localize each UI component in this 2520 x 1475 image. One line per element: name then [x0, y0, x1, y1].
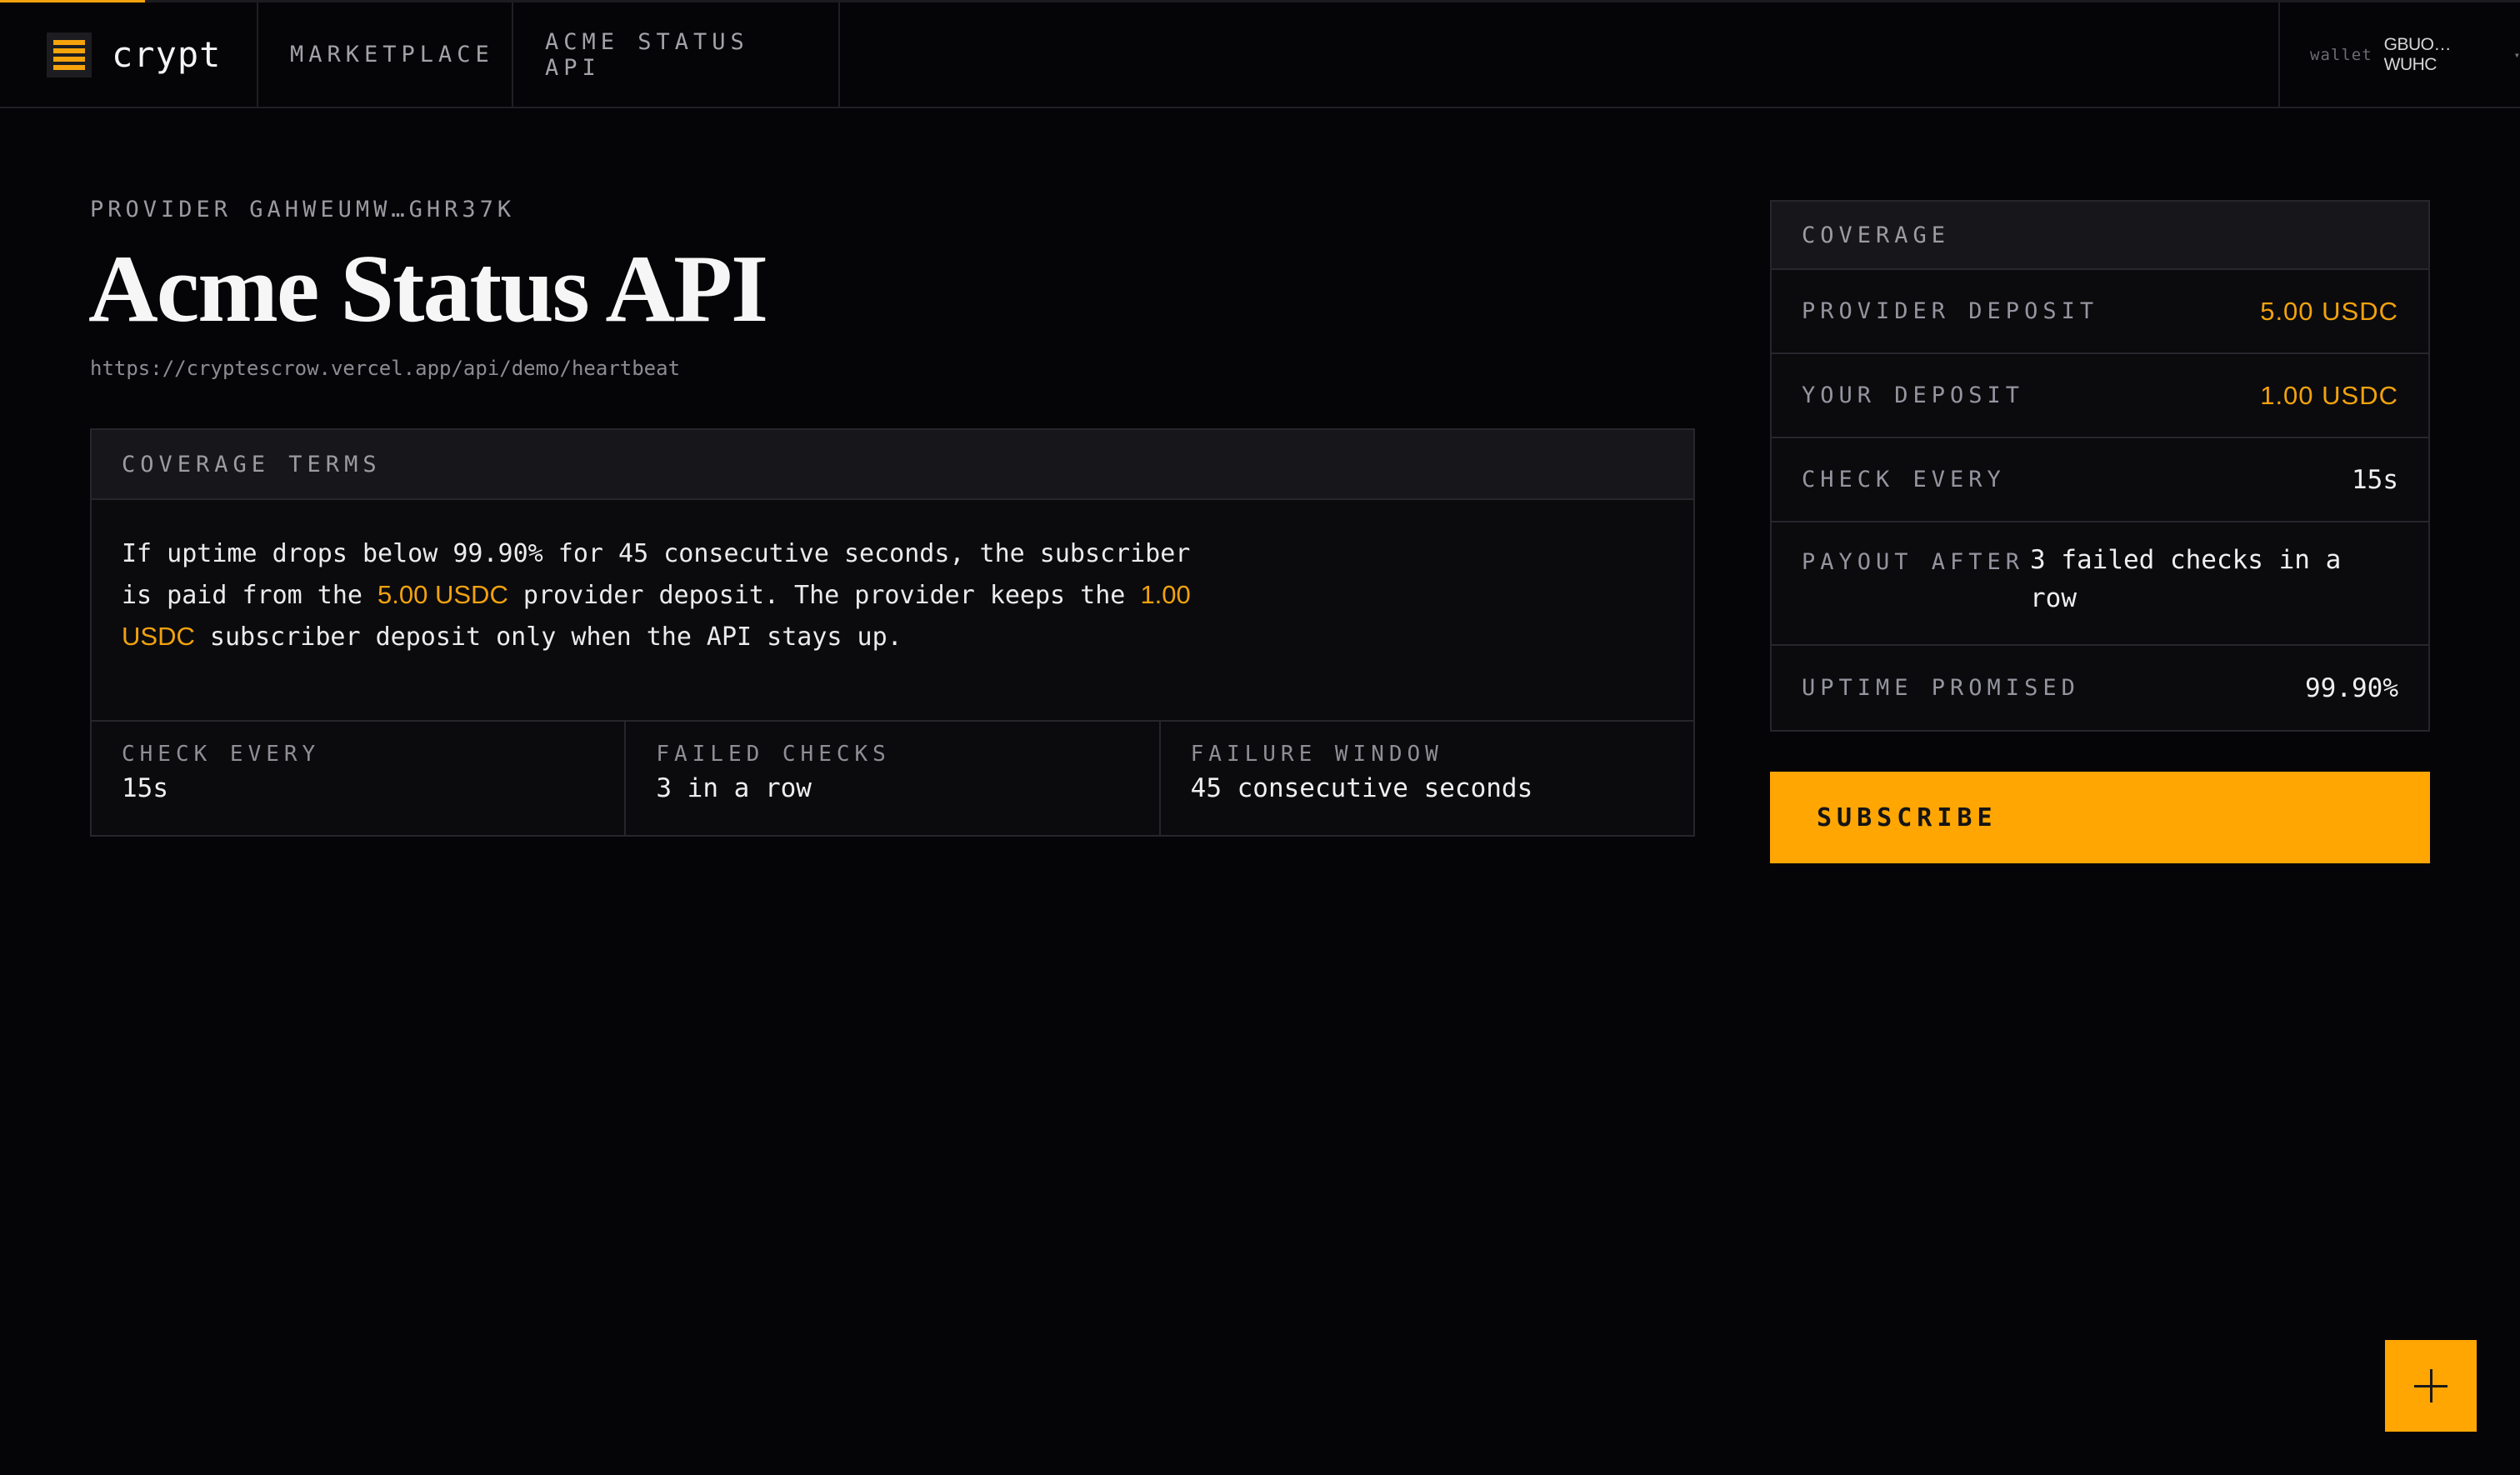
stat-label: FAILURE WINDOW	[1190, 742, 1443, 767]
coverage-terms-text: If uptime drops below 99.90% for 45 cons…	[122, 533, 1205, 658]
coverage-row-label: CHECK EVERY	[1802, 467, 2006, 492]
terms-text-3: subscriber deposit only when the API sta…	[194, 622, 902, 652]
provider-id: PROVIDER GAHWEUMW…GHR37K	[90, 197, 516, 222]
stat-label: CHECK EVERY	[122, 742, 321, 767]
add-button[interactable]	[2385, 1340, 2477, 1432]
coverage-panel: COVERAGE PROVIDER DEPOSIT 5.00 USDC YOUR…	[1770, 200, 2430, 732]
stat-value: 45 consecutive seconds	[1190, 773, 1533, 803]
plus-icon	[2414, 1369, 2448, 1402]
coverage-terms-body: If uptime drops below 99.90% for 45 cons…	[92, 500, 1693, 722]
coverage-row-your-deposit: YOUR DEPOSIT 1.00 USDC	[1772, 354, 2428, 438]
stat-value: 3 in a row	[656, 773, 812, 803]
page: crypt MARKETPLACE ACME STATUS API wallet…	[0, 0, 2520, 1475]
brand[interactable]: crypt	[0, 2, 258, 107]
wallet-label: wallet	[2310, 45, 2372, 64]
coverage-row-payout-after: PAYOUT AFTER 3 failed checks in a row	[1772, 522, 2428, 646]
header-spacer	[840, 2, 2278, 107]
wallet-address: GBUO…WUHC	[2383, 34, 2452, 74]
coverage-row-provider-deposit: PROVIDER DEPOSIT 5.00 USDC	[1772, 270, 2428, 354]
terms-text-2: provider deposit. The provider keeps the	[508, 581, 1141, 610]
coverage-row-label: PAYOUT AFTER	[1802, 549, 2025, 575]
nav-marketplace[interactable]: MARKETPLACE	[258, 2, 513, 107]
coverage-row-value: 15s	[2352, 464, 2398, 495]
coverage-row-value: 99.90%	[2305, 672, 2398, 703]
brand-name: crypt	[112, 34, 222, 75]
stacked-bars-logo-icon	[47, 32, 92, 78]
stat-label: FAILED CHECKS	[656, 742, 891, 767]
coverage-row-value: 1.00 USDC	[2260, 380, 2398, 410]
coverage-heading: COVERAGE	[1772, 202, 2428, 270]
coverage-terms-panel: COVERAGE TERMS If uptime drops below 99.…	[90, 428, 1695, 837]
stat-check-every: CHECK EVERY 15s	[92, 722, 627, 835]
coverage-row-label: YOUR DEPOSIT	[1802, 382, 2025, 408]
coverage-row-label: UPTIME PROMISED	[1802, 675, 2080, 701]
wallet-menu[interactable]: wallet GBUO…WUHC ▾	[2278, 2, 2520, 107]
stat-failure-window: FAILURE WINDOW 45 consecutive seconds	[1161, 722, 1693, 835]
coverage-row-check-every: CHECK EVERY 15s	[1772, 438, 2428, 522]
top-nav-bar: crypt MARKETPLACE ACME STATUS API wallet…	[0, 2, 2520, 108]
coverage-row-label: PROVIDER DEPOSIT	[1802, 298, 2099, 324]
chevron-down-icon: ▾	[2513, 48, 2520, 61]
coverage-row-value: 3 failed checks in a row	[2030, 545, 2342, 613]
stat-value: 15s	[122, 773, 168, 803]
stat-failed-checks: FAILED CHECKS 3 in a row	[626, 722, 1161, 835]
nav-acme-status-api[interactable]: ACME STATUS API	[513, 2, 840, 107]
terms-provider-deposit: 5.00 USDC	[378, 580, 508, 609]
page-title: Acme Status API	[88, 236, 768, 342]
coverage-terms-heading: COVERAGE TERMS	[92, 430, 1693, 500]
endpoint-url: https://cryptescrow.vercel.app/api/demo/…	[90, 357, 681, 380]
terms-stats: CHECK EVERY 15s FAILED CHECKS 3 in a row…	[92, 722, 1693, 835]
coverage-row-uptime-promised: UPTIME PROMISED 99.90%	[1772, 646, 2428, 730]
coverage-row-value: 5.00 USDC	[2260, 296, 2398, 326]
subscribe-button[interactable]: SUBSCRIBE	[1770, 772, 2430, 863]
